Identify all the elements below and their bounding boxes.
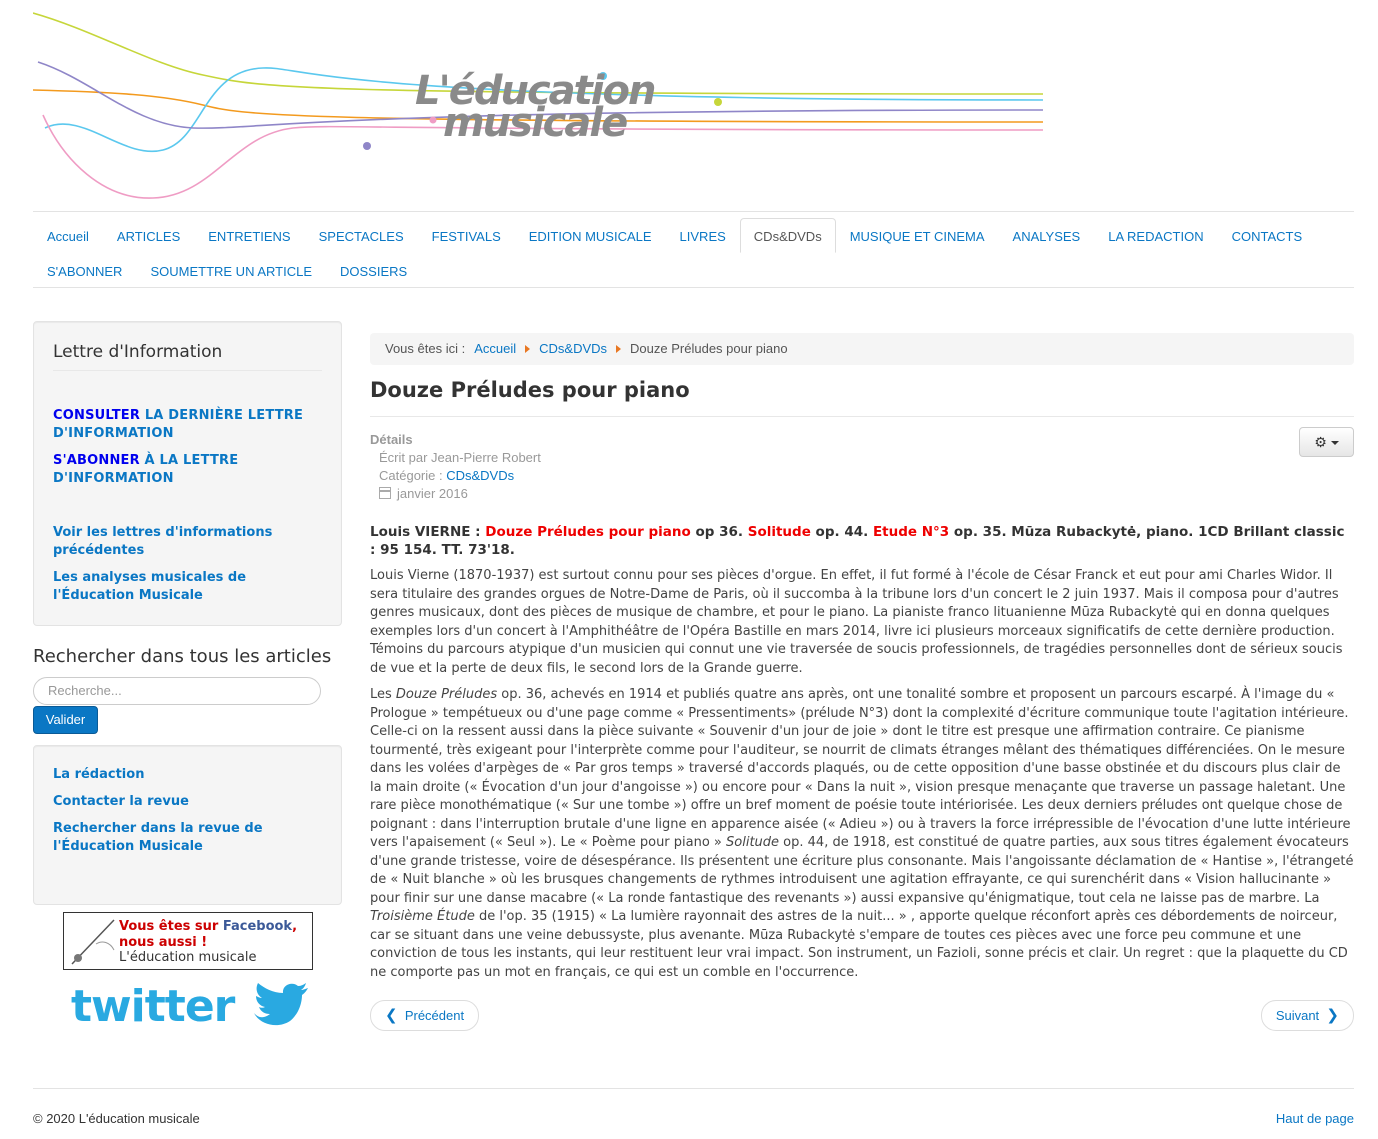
breadcrumb-here-label: Vous êtes ici : bbox=[385, 341, 466, 356]
consult-strong-text: CONSULTER bbox=[53, 408, 141, 423]
conductor-baton-icon bbox=[71, 919, 115, 965]
subscribe-strong-text: S'ABONNER bbox=[53, 453, 140, 468]
chevron-right-icon: ❯ bbox=[1326, 1007, 1339, 1024]
para2-f: Troisième Étude bbox=[370, 909, 475, 924]
lead-c: op 36. bbox=[690, 524, 748, 540]
calendar-icon bbox=[379, 487, 391, 499]
article-details: Détails Écrit par Jean-Pierre Robert Cat… bbox=[370, 427, 1354, 503]
breadcrumb-home-link[interactable]: Accueil bbox=[474, 333, 516, 365]
fb-line1-b: Facebook bbox=[222, 919, 293, 934]
consult-latest-newsletter-link[interactable]: CONSULTER LA DERNIÈRE LETTRE D'INFORMATI… bbox=[53, 407, 322, 443]
article-date: janvier 2016 bbox=[397, 486, 468, 501]
article-date-row: janvier 2016 bbox=[370, 485, 1354, 503]
next-button[interactable]: Suivant ❯ bbox=[1260, 1000, 1354, 1031]
previous-newsletters-link[interactable]: Voir les lettres d'informations précéden… bbox=[53, 524, 322, 560]
article-category-link[interactable]: CDs&DVDs bbox=[446, 468, 514, 483]
facebook-line3: L'éducation musicale bbox=[119, 950, 257, 965]
article-paragraph-2: Les Douze Préludes op. 36, achevés en 19… bbox=[370, 686, 1354, 982]
chevron-down-icon bbox=[1330, 441, 1339, 445]
links-panel: La rédaction Contacter la revue Recherch… bbox=[33, 745, 342, 905]
lead-f: Etude N°3 bbox=[872, 524, 950, 540]
breadcrumb-category-link[interactable]: CDs&DVDs bbox=[539, 333, 607, 365]
nav-item-cds-dvds[interactable]: CDs&DVDs bbox=[739, 218, 836, 253]
breadcrumb-arrow-icon bbox=[525, 345, 531, 353]
search-input[interactable]: Recherche... bbox=[33, 677, 321, 705]
next-label: Suivant bbox=[1275, 1008, 1320, 1023]
lead-e: op. 44. bbox=[810, 524, 873, 540]
facebook-line1: Vous êtes sur Facebook, bbox=[119, 919, 297, 934]
logo-text-line2[interactable]: musicale bbox=[443, 100, 628, 146]
twitter-logo[interactable]: twitter bbox=[71, 981, 308, 1032]
copyright: © 2020 L'éducation musicale bbox=[33, 1111, 200, 1126]
twitter-bird-icon bbox=[254, 983, 308, 1026]
nav-item-la-redaction[interactable]: LA REDACTION bbox=[1094, 218, 1217, 253]
nav-item-articles[interactable]: ARTICLES bbox=[103, 218, 194, 253]
nav-item-dossiers[interactable]: DOSSIERS bbox=[326, 253, 421, 288]
para2-d: Solitude bbox=[726, 835, 780, 850]
search-revue-link[interactable]: Rechercher dans la revue de l'Éducation … bbox=[53, 820, 322, 856]
fb-line1-c: , bbox=[292, 919, 298, 934]
fb-line1-a: Vous êtes sur bbox=[119, 919, 223, 934]
newsletter-panel: Lettre d'Information CONSULTER LA DERNIÈ… bbox=[33, 321, 342, 626]
para2-b: Douze Préludes bbox=[395, 687, 498, 702]
breadcrumb-current: Douze Préludes pour piano bbox=[630, 341, 788, 356]
previous-button[interactable]: ❮ Précédent bbox=[370, 1000, 480, 1031]
nav-item-musique-et-cinema[interactable]: MUSIQUE ET CINEMA bbox=[836, 218, 999, 253]
article-paragraph-1: Louis Vierne (1870-1937) est surtout con… bbox=[370, 568, 1343, 676]
category-label: Catégorie : bbox=[379, 468, 447, 483]
sidebar: Lettre d'Information CONSULTER LA DERNIÈ… bbox=[33, 321, 342, 1031]
nav-item-edition-musicale[interactable]: EDITION MUSICALE bbox=[515, 218, 666, 253]
newsletter-title: Lettre d'Information bbox=[53, 342, 322, 371]
article-tools-button[interactable]: ⚙ bbox=[1299, 427, 1354, 457]
nav-item-analyses[interactable]: ANALYSES bbox=[999, 218, 1095, 253]
lead-b: Douze Préludes pour piano bbox=[485, 524, 691, 540]
lead-d: Solitude bbox=[747, 524, 811, 540]
nav-item-spectacles[interactable]: SPECTACLES bbox=[305, 218, 418, 253]
facebook-line2: nous aussi ! bbox=[119, 935, 208, 950]
nav-item-s-abonner[interactable]: S'ABONNER bbox=[33, 253, 136, 288]
article-category-row: Catégorie : CDs&DVDs bbox=[370, 467, 1354, 485]
facebook-banner[interactable]: Vous êtes sur Facebook, nous aussi ! L'é… bbox=[63, 912, 313, 970]
site-header: L'éducation musicale bbox=[33, 10, 1045, 205]
main-navigation: Accueil ARTICLES ENTRETIENS SPECTACLES FESTI… bbox=[33, 211, 1354, 288]
article-lead: Louis VIERNE : Douze Préludes pour piano… bbox=[370, 523, 1354, 559]
previous-label: Précédent bbox=[404, 1008, 465, 1023]
nav-item-soumettre-un-article[interactable]: SOUMETTRE UN ARTICLE bbox=[136, 253, 326, 288]
details-label: Détails bbox=[370, 432, 413, 447]
page-title: Douze Préludes pour piano bbox=[370, 378, 1354, 417]
back-to-top-link[interactable]: Haut de page bbox=[1276, 1111, 1354, 1126]
breadcrumb: Vous êtes ici : Accueil CDs&DVDs Douze P… bbox=[370, 333, 1354, 365]
nav-item-contacts[interactable]: CONTACTS bbox=[1218, 218, 1317, 253]
breadcrumb-arrow-icon bbox=[616, 345, 622, 353]
lead-a: Louis VIERNE : bbox=[370, 524, 486, 540]
subscribe-newsletter-link[interactable]: S'ABONNER À LA LETTRE D'INFORMATION bbox=[53, 452, 322, 488]
para2-g: de l'op. 35 (1915) « La lumière rayonnai… bbox=[370, 909, 1348, 980]
redaction-link[interactable]: La rédaction bbox=[53, 766, 322, 784]
chevron-left-icon: ❮ bbox=[385, 1007, 398, 1024]
article-author: Écrit par Jean-Pierre Robert bbox=[379, 450, 541, 465]
nav-item-festivals[interactable]: FESTIVALS bbox=[418, 218, 515, 253]
nav-item-entretiens[interactable]: ENTRETIENS bbox=[194, 218, 304, 253]
twitter-wordmark: twitter bbox=[71, 981, 235, 1032]
gear-icon: ⚙ bbox=[1314, 434, 1327, 450]
para2-c: op. 36, achevés en 1914 et publiés quatr… bbox=[370, 687, 1351, 850]
search-submit-button[interactable]: Valider bbox=[33, 706, 98, 734]
para2-a: Les bbox=[370, 687, 396, 702]
nav-item-accueil[interactable]: Accueil bbox=[33, 218, 103, 253]
musical-analyses-link[interactable]: Les analyses musicales de l'Éducation Mu… bbox=[53, 569, 322, 605]
contact-link[interactable]: Contacter la revue bbox=[53, 793, 322, 811]
article-pager: ❮ Précédent Suivant ❯ bbox=[370, 1000, 1354, 1031]
nav-item-livres[interactable]: LIVRES bbox=[666, 218, 740, 253]
main-content: Vous êtes ici : Accueil CDs&DVDs Douze P… bbox=[370, 333, 1354, 1031]
search-heading: Rechercher dans tous les articles bbox=[33, 646, 332, 667]
site-footer: © 2020 L'éducation musicale Haut de page bbox=[33, 1088, 1354, 1128]
